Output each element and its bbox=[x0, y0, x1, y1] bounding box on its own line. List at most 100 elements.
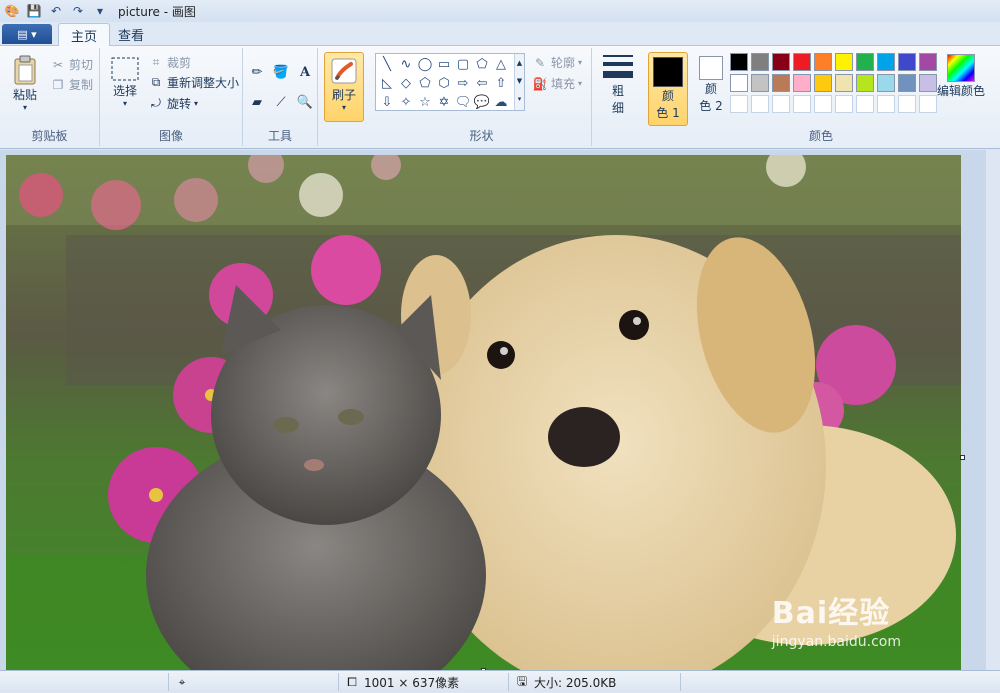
right-arrow-shape-icon[interactable]: ⇨ bbox=[454, 74, 472, 92]
four-point-star-shape-icon[interactable]: ✧ bbox=[397, 93, 415, 111]
cut-button[interactable]: ✂ 剪切 bbox=[50, 56, 93, 73]
color-swatch[interactable] bbox=[877, 53, 895, 71]
fill-button[interactable]: ⛽ 填充 ▾ bbox=[532, 75, 583, 92]
color-swatch[interactable] bbox=[898, 74, 916, 92]
status-separator bbox=[338, 673, 339, 691]
color2-button[interactable]: 颜 色 2 bbox=[694, 56, 728, 114]
select-label: 选择 bbox=[112, 84, 137, 98]
image-group-label: 图像 bbox=[158, 129, 183, 143]
color-swatch[interactable] bbox=[751, 53, 769, 71]
redo-icon[interactable]: ↷ bbox=[70, 3, 86, 19]
shapes-scroll[interactable]: ▲ ▼ ▾ bbox=[514, 54, 524, 110]
color-swatch[interactable] bbox=[793, 95, 811, 113]
color-swatch[interactable] bbox=[772, 53, 790, 71]
file-menu-icon: ▤ ▾ bbox=[17, 27, 37, 41]
color1-label-line2: 色 1 bbox=[656, 106, 680, 120]
paint-app-icon[interactable]: 🎨 bbox=[4, 3, 20, 19]
color-swatch[interactable] bbox=[793, 74, 811, 92]
edit-colors-button[interactable]: 编辑颜色 bbox=[936, 54, 986, 99]
text-tool-icon[interactable]: A bbox=[295, 62, 315, 82]
file-menu-button[interactable]: ▤ ▾ bbox=[2, 24, 52, 44]
color-swatch[interactable] bbox=[877, 95, 895, 113]
size-button[interactable]: 粗 细 bbox=[598, 52, 638, 116]
color-swatch[interactable] bbox=[814, 74, 832, 92]
color-swatch[interactable] bbox=[751, 74, 769, 92]
color-swatch[interactable] bbox=[856, 53, 874, 71]
resize-button[interactable]: ⧉ 重新调整大小 bbox=[148, 74, 239, 91]
color-swatch[interactable] bbox=[856, 95, 874, 113]
copy-button[interactable]: ❐ 复制 bbox=[50, 76, 93, 93]
canvas-area[interactable]: Bai经验 jingyan.baidu.com bbox=[0, 150, 1000, 673]
color-swatch[interactable] bbox=[919, 53, 937, 71]
title-bar: 🎨 💾 ↶ ↷ ▾ picture - 画图 bbox=[0, 0, 1000, 22]
color-swatch[interactable] bbox=[919, 95, 937, 113]
curve-shape-icon[interactable]: ∿ bbox=[397, 55, 415, 73]
color2-swatch bbox=[699, 56, 723, 80]
outline-icon: ✎ bbox=[534, 55, 546, 70]
eraser-icon[interactable]: ▰ bbox=[247, 92, 267, 112]
crop-button[interactable]: ⌗ 裁剪 bbox=[148, 54, 191, 71]
down-arrow-shape-icon[interactable]: ⇩ bbox=[378, 93, 396, 111]
color-picker-icon[interactable]: ⟋ bbox=[271, 92, 291, 112]
color-swatch[interactable] bbox=[814, 53, 832, 71]
pentagon-shape-icon[interactable]: ⬠ bbox=[416, 74, 434, 92]
color-swatch[interactable] bbox=[898, 53, 916, 71]
color-swatch[interactable] bbox=[835, 74, 853, 92]
resize-handle-right[interactable] bbox=[960, 455, 965, 460]
magnifier-icon[interactable]: 🔍 bbox=[295, 92, 315, 112]
select-button[interactable]: 选择 ▾ bbox=[108, 56, 142, 108]
rounded-rectangle-shape-icon[interactable]: ▢ bbox=[454, 55, 472, 73]
undo-icon[interactable]: ↶ bbox=[48, 3, 64, 19]
six-point-star-shape-icon[interactable]: ✡ bbox=[435, 93, 453, 111]
rectangle-shape-icon[interactable]: ▭ bbox=[435, 55, 453, 73]
fill-bucket-icon[interactable]: 🪣 bbox=[271, 62, 291, 82]
oval-shape-icon[interactable]: ◯ bbox=[416, 55, 434, 73]
color-swatch[interactable] bbox=[793, 53, 811, 71]
triangle-shape-icon[interactable]: △ bbox=[492, 55, 510, 73]
right-triangle-shape-icon[interactable]: ◺ bbox=[378, 74, 396, 92]
brushes-button[interactable]: 刷子 ▾ bbox=[324, 52, 364, 122]
color-swatch[interactable] bbox=[730, 95, 748, 113]
tab-home[interactable]: 主页 bbox=[58, 23, 111, 46]
paste-button[interactable]: 粘贴 ▾ bbox=[8, 54, 42, 112]
status-bar: ⌖ ⧠ 1001 × 637像素 🖫 大小: 205.0KB bbox=[0, 670, 1000, 692]
save-icon[interactable]: 💾 bbox=[26, 3, 42, 19]
color1-label-line1: 颜 bbox=[661, 89, 674, 103]
rotate-button[interactable]: ⤾ 旋转 ▾ bbox=[148, 95, 198, 112]
up-arrow-shape-icon[interactable]: ⇧ bbox=[492, 74, 510, 92]
clipboard-group-label: 剪贴板 bbox=[31, 129, 68, 143]
color-swatch[interactable] bbox=[772, 95, 790, 113]
outline-label: 轮廓 bbox=[551, 56, 576, 70]
status-separator bbox=[168, 673, 169, 691]
disk-icon: 🖫 bbox=[516, 673, 528, 688]
customize-toolbar-icon[interactable]: ▾ bbox=[92, 3, 108, 19]
rounded-callout-shape-icon[interactable]: 🗨 bbox=[454, 93, 472, 111]
hexagon-shape-icon[interactable]: ⬡ bbox=[435, 74, 453, 92]
canvas-image[interactable]: Bai经验 jingyan.baidu.com bbox=[6, 155, 961, 670]
outline-button[interactable]: ✎ 轮廓 ▾ bbox=[532, 54, 582, 71]
color-swatch[interactable] bbox=[814, 95, 832, 113]
line-shape-icon[interactable]: ╲ bbox=[378, 55, 396, 73]
color-swatch[interactable] bbox=[730, 53, 748, 71]
oval-callout-shape-icon[interactable]: 💬 bbox=[473, 93, 491, 111]
color-swatch[interactable] bbox=[898, 95, 916, 113]
color-swatch[interactable] bbox=[835, 53, 853, 71]
resize-icon: ⧉ bbox=[151, 75, 161, 89]
left-arrow-shape-icon[interactable]: ⇦ bbox=[473, 74, 491, 92]
vertical-scrollbar[interactable] bbox=[986, 150, 1000, 670]
color1-button[interactable]: 颜 色 1 bbox=[648, 52, 688, 126]
tab-view[interactable]: 查看 bbox=[106, 23, 156, 46]
fill-icon: ⛽ bbox=[532, 76, 548, 91]
cloud-callout-shape-icon[interactable]: ☁ bbox=[492, 93, 510, 111]
color-swatch[interactable] bbox=[877, 74, 895, 92]
pencil-icon[interactable]: ✏ bbox=[247, 62, 267, 82]
five-point-star-shape-icon[interactable]: ☆ bbox=[416, 93, 434, 111]
color-swatch[interactable] bbox=[730, 74, 748, 92]
color-swatch[interactable] bbox=[856, 74, 874, 92]
color-swatch[interactable] bbox=[751, 95, 769, 113]
diamond-shape-icon[interactable]: ◇ bbox=[397, 74, 415, 92]
polygon-shape-icon[interactable]: ⬠ bbox=[473, 55, 491, 73]
color-swatch[interactable] bbox=[919, 74, 937, 92]
color-swatch[interactable] bbox=[772, 74, 790, 92]
color-swatch[interactable] bbox=[835, 95, 853, 113]
